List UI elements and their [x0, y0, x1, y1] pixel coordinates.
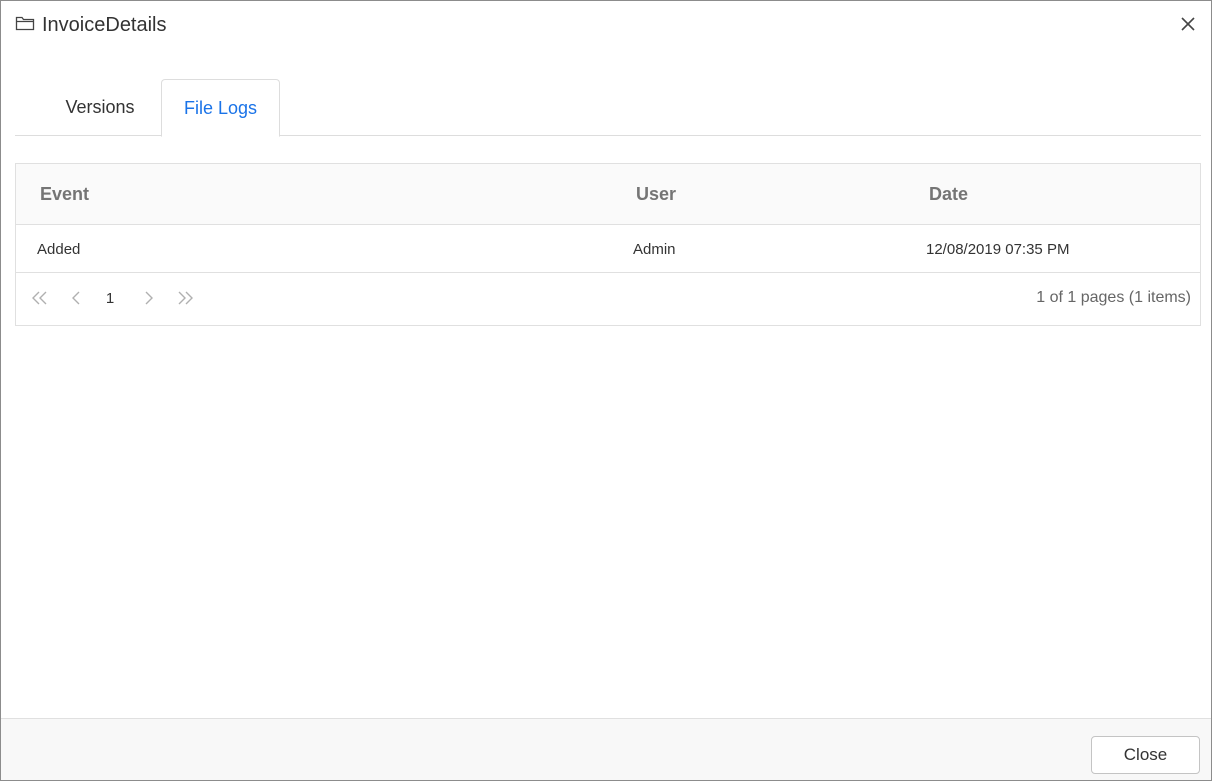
dialog-footer: Close	[1, 718, 1211, 780]
column-header-user[interactable]: User	[636, 164, 676, 225]
invoice-details-dialog: InvoiceDetails Versions File Logs Event …	[0, 0, 1212, 781]
cell-user: Admin	[633, 240, 676, 258]
dialog-title: InvoiceDetails	[42, 14, 167, 36]
previous-page-icon[interactable]	[66, 287, 88, 309]
column-header-event[interactable]: Event	[40, 164, 89, 225]
close-button[interactable]: Close	[1091, 736, 1200, 774]
tab-bar: Versions File Logs	[15, 79, 1201, 137]
first-page-icon[interactable]	[29, 287, 51, 309]
column-header-date[interactable]: Date	[929, 164, 968, 225]
tab-file-logs[interactable]: File Logs	[161, 79, 280, 137]
file-logs-grid: Event User Date Added Admin 12/08/2019 0…	[15, 163, 1201, 326]
cell-date: 12/08/2019 07:35 PM	[926, 240, 1070, 258]
dialog-header: InvoiceDetails	[1, 1, 1211, 53]
table-row[interactable]: Added Admin 12/08/2019 07:35 PM	[16, 225, 1200, 273]
cell-event: Added	[37, 240, 81, 258]
pager: 1 1 of 1 pages (1 items)	[16, 273, 1200, 325]
grid-header: Event User Date	[16, 164, 1200, 225]
last-page-icon[interactable]	[174, 287, 196, 309]
page-number[interactable]: 1	[100, 287, 120, 309]
folder-icon	[15, 15, 35, 31]
close-icon[interactable]	[1179, 15, 1197, 33]
pager-info: 1 of 1 pages (1 items)	[1036, 289, 1191, 306]
next-page-icon[interactable]	[137, 287, 159, 309]
tab-versions[interactable]: Versions	[39, 79, 161, 136]
